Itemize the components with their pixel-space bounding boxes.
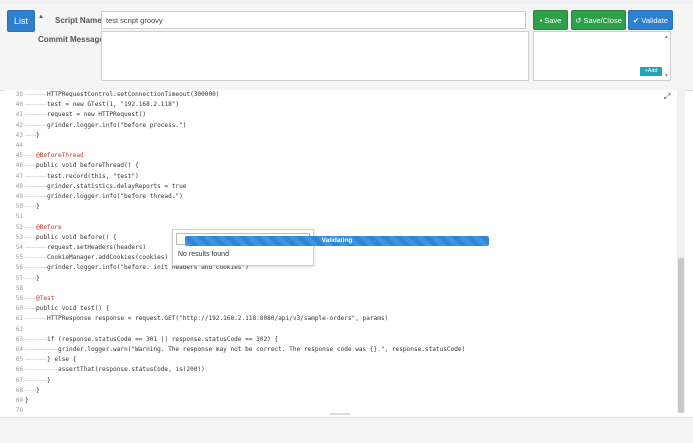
code-line[interactable]: ———@Test xyxy=(25,295,54,302)
script-name-label: Script Name xyxy=(55,16,102,25)
floppy-icon: ▪ xyxy=(539,16,543,25)
validating-progress-bar: Validating xyxy=(185,236,489,246)
line-number: 43 xyxy=(15,131,23,139)
line-number: 64 xyxy=(15,346,23,353)
undo-icon: ↺ xyxy=(575,16,582,25)
line-number: 58 xyxy=(15,284,23,292)
script-header: List ▲ Script Name test script groovy ▪ … xyxy=(0,4,693,91)
code-line[interactable]: ——————if (response.statusCode == 301 || … xyxy=(25,336,278,343)
line-number: 56 xyxy=(15,264,23,272)
code-line[interactable]: ———public void beforeThread() { xyxy=(25,162,139,169)
page-footer xyxy=(0,417,693,443)
line-number: 51 xyxy=(15,213,23,221)
expand-icon[interactable]: ⤢ xyxy=(664,92,674,102)
commit-message-label: Commit Message xyxy=(38,35,104,44)
line-number: 42 xyxy=(15,121,23,129)
line-number: 69 xyxy=(15,397,23,404)
line-number: 41 xyxy=(15,111,23,119)
code-line[interactable]: ——————grinder.statistics.delayReports = … xyxy=(25,183,186,190)
line-number: 53 xyxy=(15,233,23,241)
line-number: 40 xyxy=(15,101,23,109)
editor-scrollbar-thumb[interactable] xyxy=(678,258,684,413)
line-number: 68 xyxy=(15,386,23,394)
line-number: 59 xyxy=(15,295,23,302)
autocomplete-popup: No results found xyxy=(172,229,314,266)
code-line[interactable]: ——————request = new HTTPRequest() xyxy=(25,111,146,118)
save-close-label: Save/Close xyxy=(583,16,622,25)
commit-message-textarea[interactable] xyxy=(101,31,529,81)
code-line[interactable]: —————————grinder.logger.warn("Warning. T… xyxy=(25,346,465,353)
code-line[interactable]: ———@Before xyxy=(25,224,62,231)
save-close-button[interactable]: ↺ Save/Close xyxy=(571,10,626,30)
validate-label: Validate xyxy=(641,16,668,25)
caret-up-icon[interactable]: ▲ xyxy=(38,14,44,20)
code-line[interactable]: ——————} else { xyxy=(25,356,76,363)
line-number: 65 xyxy=(15,356,23,364)
line-number: 62 xyxy=(15,325,23,333)
code-line[interactable]: ——————CookieManager.addCookies(cookies) xyxy=(25,254,168,261)
side-scrollbar[interactable]: ▲ ▼ xyxy=(664,34,669,79)
save-label: Save xyxy=(544,16,562,25)
line-number: 52 xyxy=(15,223,23,231)
validate-button[interactable]: ✔ Validate xyxy=(628,10,673,30)
target-hosts-box[interactable]: +Add ▲ ▼ xyxy=(533,31,671,81)
line-number: 39 xyxy=(15,91,23,98)
code-line[interactable]: ———} xyxy=(25,203,40,210)
code-line[interactable]: } xyxy=(25,397,29,404)
code-line[interactable]: ——————request.setHeaders(headers) xyxy=(25,244,146,251)
check-icon: ✔ xyxy=(633,16,640,25)
line-number: 49 xyxy=(15,193,23,200)
no-results-text: No results found xyxy=(178,251,229,258)
add-host-button[interactable]: +Add xyxy=(640,67,662,76)
code-line[interactable]: ———} xyxy=(25,132,40,139)
line-number: 44 xyxy=(15,142,23,149)
scroll-up-icon[interactable]: ▲ xyxy=(664,34,669,40)
line-number: 63 xyxy=(15,335,23,343)
code-line[interactable]: ———public void before() { xyxy=(25,234,117,241)
line-number: 50 xyxy=(15,203,23,211)
line-number: 61 xyxy=(15,315,23,323)
line-number: 70 xyxy=(15,407,23,413)
script-name-input[interactable]: test script groovy xyxy=(101,11,526,29)
code-line[interactable]: ———} xyxy=(25,275,40,282)
code-line[interactable]: —————————assertThat(response.statusCode,… xyxy=(25,366,205,373)
code-line[interactable]: ——————test.record(this, "test") xyxy=(25,173,139,180)
code-editor[interactable]: 39 ——————HTTPRequestControl.setConnection… xyxy=(5,90,677,413)
line-number: 57 xyxy=(15,274,23,282)
line-number: 46 xyxy=(15,162,23,170)
save-button[interactable]: ▪ Save xyxy=(533,10,568,30)
line-number: 45 xyxy=(15,152,23,160)
code-line[interactable]: ———} xyxy=(25,387,40,394)
line-number: 54 xyxy=(15,244,23,251)
line-number: 47 xyxy=(15,172,23,180)
code-line[interactable]: ——————grinder.logger.info("before proces… xyxy=(25,122,186,129)
list-button[interactable]: List xyxy=(7,10,35,32)
line-number: 48 xyxy=(15,182,23,190)
line-number: 67 xyxy=(15,376,23,384)
resize-handle[interactable] xyxy=(330,413,350,415)
line-number: 55 xyxy=(15,254,23,262)
scroll-down-icon[interactable]: ▼ xyxy=(664,73,669,79)
code-line[interactable]: ———public void test() { xyxy=(25,305,109,312)
line-number: 60 xyxy=(15,305,23,313)
code-line[interactable]: ——————test = new GTest(1, "192.168.2.118… xyxy=(25,101,179,108)
code-line[interactable]: ——————grinder.logger.info("before thread… xyxy=(25,193,183,200)
line-number: 66 xyxy=(15,366,23,374)
code-line[interactable]: ——————} xyxy=(25,377,51,384)
code-line[interactable]: ———@BeforeThread xyxy=(25,152,84,159)
code-line[interactable]: ——————HTTPResponse response = request.GE… xyxy=(25,315,388,322)
code-line[interactable]: ——————HTTPRequestControl.setConnectionTi… xyxy=(25,91,219,98)
